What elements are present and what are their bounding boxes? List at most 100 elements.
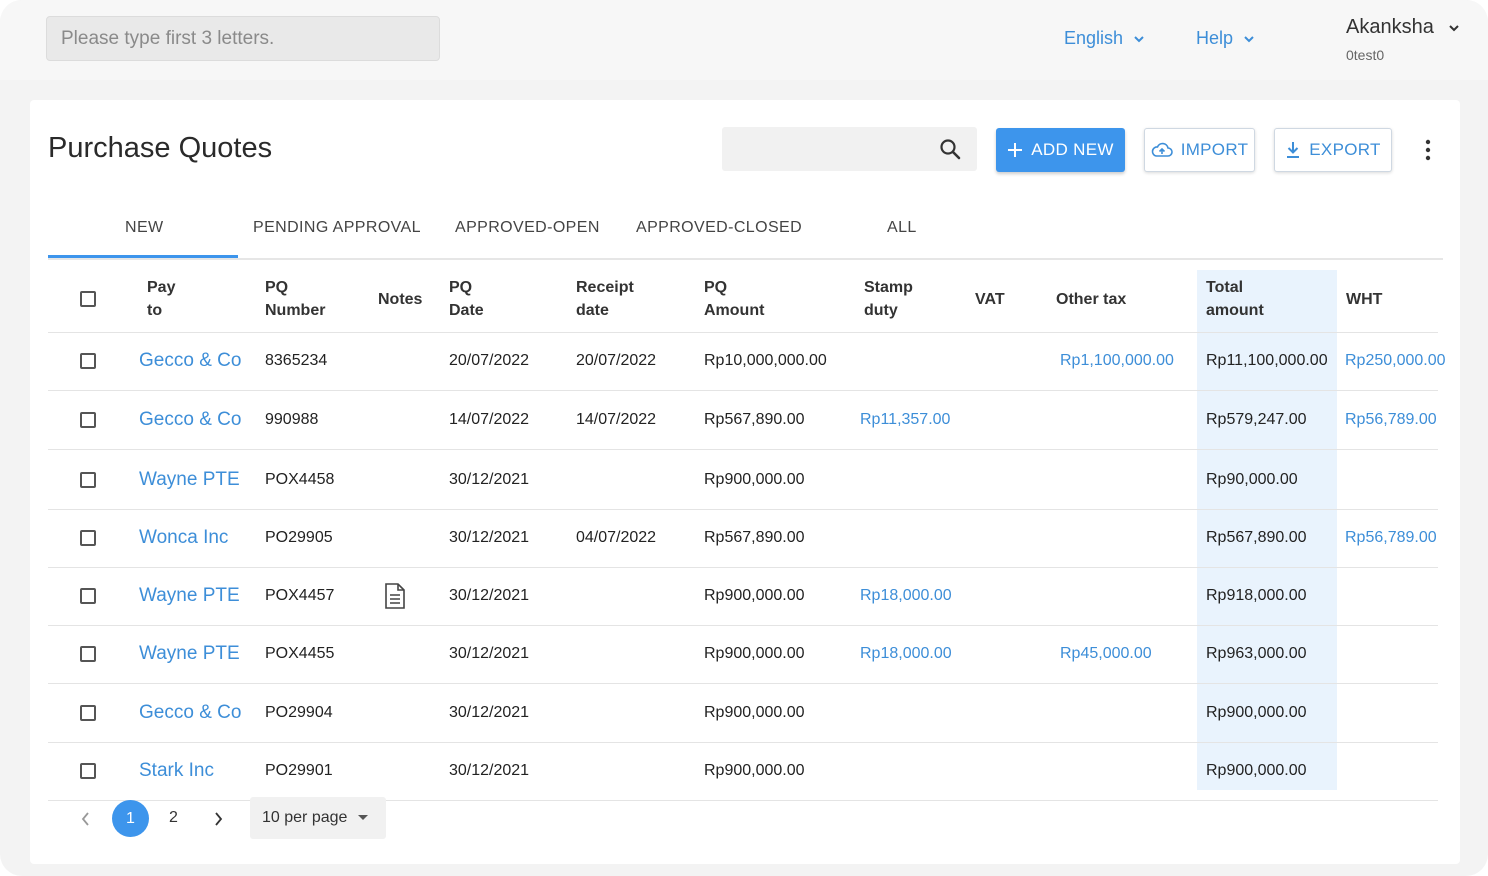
receipt-date-cell: 20/07/2022 [576, 352, 657, 369]
stamp-duty-link[interactable]: Rp18,000.00 [860, 625, 952, 683]
table-search[interactable] [722, 127, 977, 171]
table-row[interactable]: Gecco & Co 990988 14/07/2022 14/07/2022 Rp56… [48, 391, 1438, 450]
page-1-button[interactable]: 1 [112, 800, 149, 837]
active-tab-indicator [48, 255, 238, 258]
table-row[interactable]: Wayne PTE POX4457 30/12/2021 Rp900,000.00 Rp… [48, 567, 1438, 626]
wht-link[interactable]: Rp250,000.00 [1345, 332, 1446, 390]
help-menu[interactable]: Help [1196, 28, 1255, 49]
header-total-amount[interactable]: Total amount [1206, 276, 1264, 322]
chevron-down-icon [1449, 24, 1459, 31]
header-pq-number[interactable]: PQ Number [265, 276, 325, 322]
add-new-button[interactable]: ADD NEW [996, 128, 1125, 172]
header-pq-amount[interactable]: PQ Amount [704, 276, 764, 322]
pq-number-cell: 990988 [265, 411, 319, 428]
global-search-input[interactable] [46, 16, 440, 61]
add-new-label: ADD NEW [1031, 140, 1114, 159]
more-options-icon[interactable] [1420, 138, 1436, 162]
row-select-cell [80, 742, 96, 800]
header-vat[interactable]: VAT [975, 288, 1005, 311]
search-icon[interactable] [939, 138, 961, 160]
pq-date-cell: 30/12/2021 [449, 471, 530, 488]
pay-to-link[interactable]: Wayne PTE [139, 451, 240, 509]
total-amount-cell: Rp11,100,000.00 [1206, 352, 1328, 369]
pq-number-cell: PO29905 [265, 529, 333, 546]
table-row[interactable]: Wonca Inc PO29905 30/12/2021 04/07/2022 Rp56… [48, 509, 1438, 568]
pq-date-cell: 30/12/2021 [449, 645, 530, 662]
total-amount-cell: Rp963,000.00 [1206, 645, 1307, 662]
row-checkbox[interactable] [80, 588, 96, 604]
table-row[interactable]: Stark Inc PO29901 30/12/2021 Rp900,000.00 Rp… [48, 742, 1438, 801]
row-checkbox[interactable] [80, 412, 96, 428]
row-select-cell [80, 684, 96, 742]
other-tax-link[interactable]: Rp45,000.00 [1060, 625, 1152, 683]
pq-date-cell: 30/12/2021 [449, 587, 530, 604]
user-menu[interactable]: Akanksha 0test0 [1346, 16, 1460, 63]
pq-amount-cell: Rp567,890.00 [704, 529, 805, 546]
total-amount-cell: Rp567,890.00 [1206, 529, 1307, 546]
total-amount-cell: Rp900,000.00 [1206, 762, 1307, 779]
chevron-down-icon [1244, 35, 1254, 42]
export-label: EXPORT [1309, 140, 1381, 159]
other-tax-link[interactable]: Rp1,100,000.00 [1060, 332, 1174, 390]
wht-link[interactable]: Rp56,789.00 [1345, 391, 1437, 449]
table-row[interactable]: Gecco & Co PO29904 30/12/2021 Rp900,000.00 R… [48, 684, 1438, 743]
table-row[interactable]: Wayne PTE POX4455 30/12/2021 Rp900,000.00 Rp… [48, 625, 1438, 684]
plus-icon [1008, 143, 1023, 157]
chevron-left-icon[interactable] [80, 812, 92, 826]
tab-new[interactable]: NEW [125, 219, 164, 237]
tab-approved-closed[interactable]: APPROVED-CLOSED [636, 219, 802, 237]
header-receipt-date[interactable]: Receipt date [576, 276, 634, 322]
pay-to-link[interactable]: Wayne PTE [139, 625, 240, 683]
pay-to-link[interactable]: Gecco & Co [139, 684, 241, 742]
table-row[interactable]: Gecco & Co 8365234 20/07/2022 20/07/2022 Rp1… [48, 332, 1446, 391]
chevron-right-icon[interactable] [212, 812, 224, 826]
row-checkbox[interactable] [80, 353, 96, 369]
pq-number-cell: PO29904 [265, 704, 333, 721]
wht-link[interactable]: Rp56,789.00 [1345, 509, 1437, 567]
import-label: IMPORT [1180, 140, 1249, 159]
import-button[interactable]: IMPORT [1144, 128, 1255, 172]
pay-to-link[interactable]: Gecco & Co [139, 391, 241, 449]
row-select-cell [80, 391, 96, 449]
tab-approved-open[interactable]: APPROVED-OPEN [455, 219, 600, 237]
per-page-select[interactable]: 10 per page [250, 797, 386, 839]
row-select-cell [80, 332, 96, 390]
pay-to-link[interactable]: Wayne PTE [139, 567, 240, 625]
row-checkbox[interactable] [80, 530, 96, 546]
row-checkbox[interactable] [80, 646, 96, 662]
row-checkbox[interactable] [80, 763, 96, 779]
header-wht[interactable]: WHT [1346, 288, 1382, 311]
row-checkbox[interactable] [80, 705, 96, 721]
header-notes[interactable]: Notes [378, 288, 422, 311]
export-button[interactable]: EXPORT [1274, 128, 1392, 172]
pay-to-link[interactable]: Gecco & Co [139, 332, 241, 390]
select-all-checkbox[interactable] [80, 291, 96, 307]
row-checkbox[interactable] [80, 472, 96, 488]
pq-amount-cell: Rp900,000.00 [704, 762, 805, 779]
pq-date-cell: 30/12/2021 [449, 762, 530, 779]
stamp-duty-link[interactable]: Rp18,000.00 [860, 567, 952, 625]
status-tabs: NEW PENDING APPROVAL APPROVED-OPEN APPRO… [48, 210, 1443, 260]
page-title: Purchase Quotes [48, 132, 273, 164]
document-note-icon[interactable] [384, 583, 406, 609]
pay-to-link[interactable]: Wonca Inc [139, 509, 228, 567]
header-stamp-duty[interactable]: Stamp duty [864, 276, 913, 322]
pay-to-link[interactable]: Stark Inc [139, 742, 214, 800]
row-select-cell [80, 451, 96, 509]
pq-amount-cell: Rp900,000.00 [704, 471, 805, 488]
receipt-date-cell: 04/07/2022 [576, 529, 657, 546]
tab-pending-approval[interactable]: PENDING APPROVAL [253, 219, 421, 237]
stamp-duty-link[interactable]: Rp11,357.00 [860, 391, 950, 449]
header-pay-to[interactable]: Pay to [147, 276, 175, 322]
tab-all[interactable]: ALL [887, 219, 917, 237]
table-search-input[interactable] [722, 127, 942, 171]
header-pq-date[interactable]: PQ Date [449, 276, 484, 322]
header-other-tax[interactable]: Other tax [1056, 288, 1126, 311]
total-amount-cell: Rp90,000.00 [1206, 471, 1298, 488]
table-row[interactable]: Wayne PTE POX4458 30/12/2021 Rp900,000.00 Rp… [48, 451, 1438, 510]
language-label: English [1064, 28, 1124, 48]
language-selector[interactable]: English [1064, 28, 1145, 49]
page-2-button[interactable]: 2 [169, 809, 178, 827]
total-amount-cell: Rp918,000.00 [1206, 587, 1307, 604]
receipt-date-cell: 14/07/2022 [576, 411, 657, 428]
